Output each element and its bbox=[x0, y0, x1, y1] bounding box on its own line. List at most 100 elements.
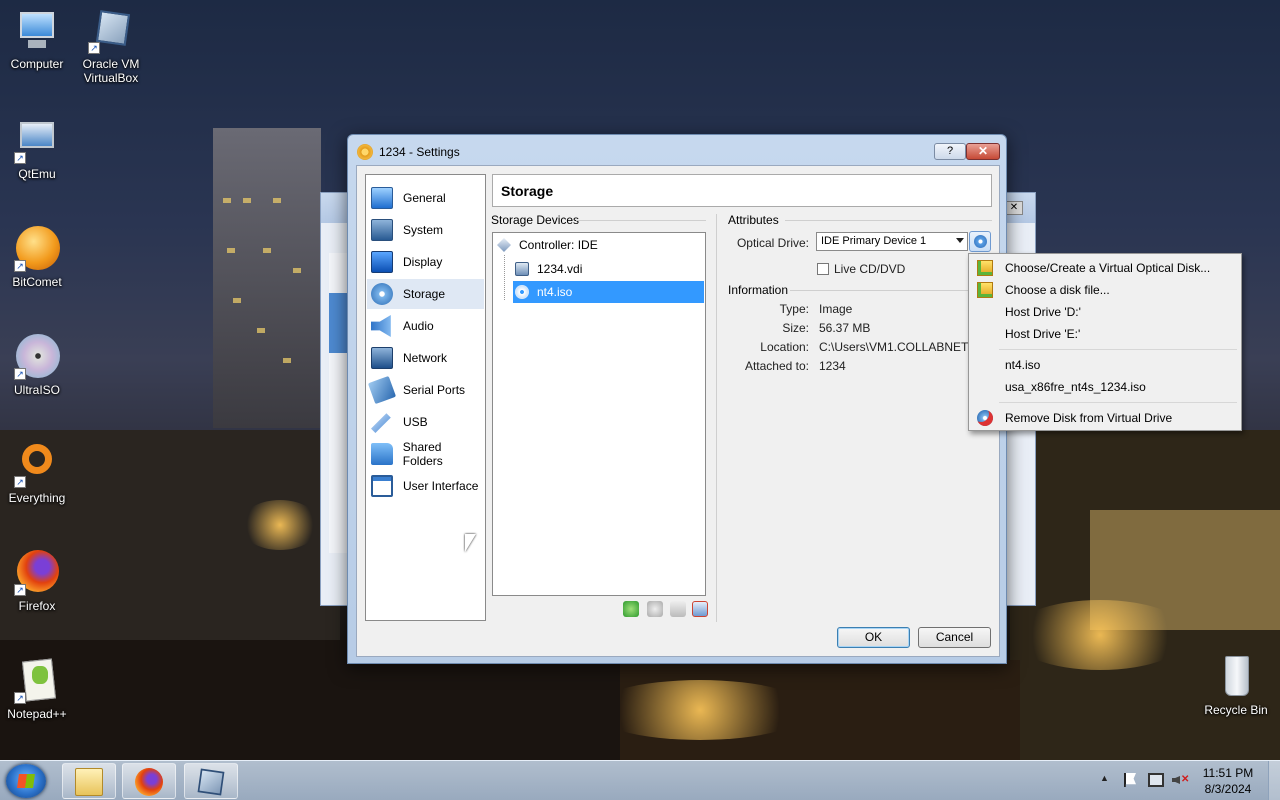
network-tray-icon[interactable] bbox=[1148, 773, 1164, 787]
tree-label: Controller: IDE bbox=[519, 238, 598, 252]
choose-disk-button[interactable] bbox=[969, 231, 991, 252]
nav-label: General bbox=[403, 191, 446, 205]
cancel-button[interactable]: Cancel bbox=[918, 627, 991, 648]
disc-image-icon bbox=[977, 282, 993, 298]
menu-label: Choose/Create a Virtual Optical Disk... bbox=[1005, 261, 1211, 275]
serial-port-icon bbox=[367, 375, 397, 405]
user-interface-icon bbox=[371, 475, 393, 497]
nav-item-general[interactable]: General bbox=[367, 183, 484, 213]
live-cd-checkbox[interactable] bbox=[817, 263, 829, 275]
menu-item-usa-iso[interactable]: usa_x86fre_nt4s_1234.iso bbox=[971, 376, 1239, 398]
desktop-icon-everything[interactable]: ↗ Everything bbox=[1, 442, 73, 505]
folder-icon bbox=[75, 768, 103, 796]
add-controller-icon[interactable] bbox=[623, 601, 639, 617]
storage-tree[interactable]: Controller: IDE 1234.vdi nt4.iso bbox=[492, 232, 706, 596]
shortcut-arrow-icon: ↗ bbox=[14, 368, 26, 380]
action-center-flag-icon[interactable] bbox=[1124, 773, 1136, 787]
close-button[interactable]: ✕ bbox=[966, 143, 1000, 160]
desktop-icon-bitcomet[interactable]: ↗ BitComet bbox=[1, 226, 73, 289]
desktop-icon-virtualbox[interactable]: ↗ Oracle VM VirtualBox bbox=[75, 8, 147, 85]
controller-icon bbox=[497, 238, 511, 252]
desktop-icon-qtemu[interactable]: ↗ QtEmu bbox=[1, 118, 73, 181]
hard-disk-icon bbox=[515, 262, 529, 276]
nav-label: Network bbox=[403, 351, 448, 365]
taskbar-explorer[interactable] bbox=[62, 763, 116, 799]
tree-label: 1234.vdi bbox=[537, 262, 583, 276]
desktop-icon-label: Everything bbox=[8, 491, 66, 505]
nav-label: Shared Folders bbox=[402, 440, 443, 468]
group-divider bbox=[576, 220, 706, 221]
menu-label: Host Drive 'D:' bbox=[1005, 305, 1081, 319]
remove-controller-icon[interactable] bbox=[647, 601, 663, 617]
menu-label: nt4.iso bbox=[1005, 358, 1041, 372]
shortcut-arrow-icon: ↗ bbox=[14, 584, 26, 596]
clock[interactable]: 11:51 PM 8/3/2024 bbox=[1196, 765, 1260, 797]
nav-item-user-interface[interactable]: User Interface bbox=[367, 471, 484, 501]
menu-separator bbox=[999, 402, 1237, 403]
qtemu-icon: ↗ bbox=[14, 118, 60, 164]
desktop-icon-computer[interactable]: Computer bbox=[1, 8, 73, 71]
firefox-icon bbox=[135, 768, 163, 796]
type-label: Type: bbox=[779, 302, 809, 316]
menu-item-host-drive-e[interactable]: Host Drive 'E:' bbox=[971, 323, 1239, 345]
volume-muted-icon[interactable]: ✕ bbox=[1172, 773, 1189, 787]
desktop-icon-label: Recycle Bin bbox=[1204, 703, 1268, 717]
windows-logo-icon bbox=[17, 774, 35, 788]
desktop-icon-notepadpp[interactable]: ↗ Notepad++ bbox=[1, 658, 73, 721]
add-attachment-icon[interactable] bbox=[670, 601, 686, 617]
group-divider bbox=[785, 220, 992, 221]
nav-item-audio[interactable]: Audio bbox=[367, 311, 484, 341]
nav-label: Display bbox=[403, 255, 443, 269]
tree-controller-ide[interactable]: Controller: IDE bbox=[497, 234, 703, 256]
nav-item-network[interactable]: Network bbox=[367, 343, 484, 373]
taskbar-firefox[interactable] bbox=[122, 763, 176, 799]
live-cd-label: Live CD/DVD bbox=[834, 262, 906, 276]
chevron-down-icon bbox=[956, 238, 964, 243]
desktop-icon-label: BitComet bbox=[12, 275, 62, 289]
shortcut-arrow-icon: ↗ bbox=[14, 692, 26, 704]
dialog-title: 1234 - Settings bbox=[379, 145, 460, 159]
virtualbox-icon bbox=[197, 768, 225, 796]
remove-attachment-icon[interactable] bbox=[692, 601, 708, 617]
menu-label: Choose a disk file... bbox=[1005, 283, 1110, 297]
desktop-icon-firefox[interactable]: ↗ Firefox bbox=[1, 550, 73, 613]
nav-item-shared-folders[interactable]: Shared Folders bbox=[367, 439, 484, 469]
nav-item-system[interactable]: System bbox=[367, 215, 484, 245]
tray-expand-button[interactable]: ▲ bbox=[1100, 773, 1109, 783]
desktop-icon-recycle-bin[interactable]: Recycle Bin bbox=[1200, 654, 1272, 717]
close-icon[interactable]: ✕ bbox=[1005, 201, 1023, 215]
desktop-icon-label: Computer bbox=[10, 57, 64, 71]
bitcomet-icon: ↗ bbox=[14, 226, 60, 272]
nav-item-usb[interactable]: USB bbox=[367, 407, 484, 437]
desktop-icon-ultraiso[interactable]: ↗ UltraISO bbox=[1, 334, 73, 397]
storage-devices-label: Storage Devices bbox=[491, 213, 580, 227]
computer-icon bbox=[14, 8, 60, 54]
tree-item-iso[interactable]: nt4.iso bbox=[513, 281, 704, 303]
optical-drive-label: Optical Drive: bbox=[736, 236, 809, 250]
dialog-titlebar: 1234 - Settings bbox=[357, 143, 460, 161]
menu-item-host-drive-d[interactable]: Host Drive 'D:' bbox=[971, 301, 1239, 323]
nav-label: Storage bbox=[403, 287, 446, 301]
help-button[interactable]: ? bbox=[934, 143, 966, 160]
nav-item-display[interactable]: Display bbox=[367, 247, 484, 277]
tree-connector bbox=[504, 255, 505, 300]
menu-item-remove-disk[interactable]: Remove Disk from Virtual Drive bbox=[971, 407, 1239, 429]
taskbar-virtualbox[interactable] bbox=[184, 763, 238, 799]
taskbar: ▲ ✕ 11:51 PM 8/3/2024 bbox=[0, 760, 1280, 800]
menu-item-choose-disk-file[interactable]: Choose a disk file... bbox=[971, 279, 1239, 301]
ok-button[interactable]: OK bbox=[837, 627, 910, 648]
menu-item-choose-create-disk[interactable]: Choose/Create a Virtual Optical Disk... bbox=[971, 257, 1239, 279]
tree-label: nt4.iso bbox=[537, 285, 573, 299]
menu-item-nt4-iso[interactable]: nt4.iso bbox=[971, 354, 1239, 376]
nav-item-serial-ports[interactable]: Serial Ports bbox=[367, 375, 484, 405]
disc-image-icon bbox=[977, 260, 993, 276]
size-label: Size: bbox=[782, 321, 809, 335]
information-label: Information bbox=[728, 283, 789, 297]
show-desktop-button[interactable] bbox=[1268, 761, 1280, 800]
tree-item-vdi[interactable]: 1234.vdi bbox=[515, 258, 703, 280]
start-button[interactable] bbox=[6, 764, 46, 798]
attached-label: Attached to: bbox=[744, 359, 809, 373]
settings-gear-icon bbox=[357, 144, 373, 160]
optical-drive-select[interactable]: IDE Primary Device 1 bbox=[816, 232, 968, 251]
nav-item-storage[interactable]: Storage bbox=[367, 279, 484, 309]
